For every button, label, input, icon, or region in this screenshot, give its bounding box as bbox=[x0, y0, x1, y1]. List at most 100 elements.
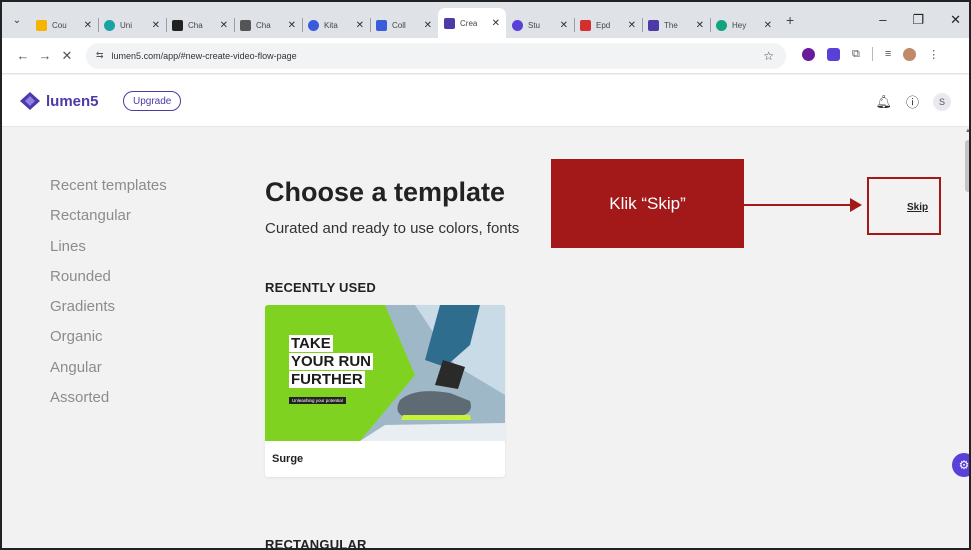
thumbnail-tagline: Unleashing your potential bbox=[289, 397, 346, 404]
callout-arrow bbox=[744, 204, 854, 206]
page-title: Choose a template bbox=[265, 177, 506, 207]
tab-close-icon[interactable]: ✕ bbox=[764, 20, 772, 31]
tab-favicon-icon bbox=[308, 19, 319, 31]
browser-window: ⌄ Cou ✕ Uni ✕ Cha ✕ Cha ✕ Kita ✕ Coll ✕ Crea ✕ Stu ✕ Epd… bbox=[0, 0, 971, 550]
tab-close-icon[interactable]: ✕ bbox=[492, 18, 500, 29]
template-thumbnail: TAKE YOUR RUN FURTHER Unleashing your po… bbox=[265, 305, 505, 441]
category-link[interactable]: Angular bbox=[50, 359, 167, 389]
tab-close-icon[interactable]: ✕ bbox=[424, 20, 432, 31]
forward-icon[interactable]: → bbox=[34, 48, 56, 63]
tab-close-icon[interactable]: ✕ bbox=[696, 20, 704, 31]
tab-label: Coll bbox=[392, 20, 406, 30]
site-info-icon[interactable]: ⇆ bbox=[96, 50, 104, 61]
extension-icon[interactable] bbox=[802, 47, 815, 61]
page-scrollbar[interactable]: ▲ bbox=[964, 128, 969, 548]
browser-tab[interactable]: Cou ✕ bbox=[30, 12, 98, 38]
reading-list-icon[interactable]: ≡ bbox=[885, 48, 891, 60]
scroll-thumb[interactable] bbox=[965, 140, 969, 192]
tab-favicon-icon bbox=[716, 19, 727, 31]
tab-favicon-icon bbox=[444, 17, 455, 29]
browser-tab[interactable]: Kita ✕ bbox=[302, 12, 370, 38]
tab-close-icon[interactable]: ✕ bbox=[220, 20, 228, 31]
extension-icon[interactable] bbox=[827, 47, 840, 61]
browser-tab[interactable]: Uni ✕ bbox=[98, 12, 166, 38]
callout-arrow-head bbox=[850, 198, 862, 212]
category-link[interactable]: Assorted bbox=[50, 389, 167, 419]
category-link[interactable]: Lines bbox=[50, 238, 167, 268]
tab-favicon-icon bbox=[512, 19, 523, 31]
tab-label: Hey bbox=[732, 20, 747, 30]
minimize-icon[interactable]: – bbox=[879, 12, 886, 28]
tab-label: Epd bbox=[596, 20, 611, 30]
tab-close-icon[interactable]: ✕ bbox=[628, 20, 636, 31]
stop-icon[interactable]: ✕ bbox=[56, 48, 78, 64]
tab-favicon-icon bbox=[104, 19, 115, 31]
template-name: Surge bbox=[272, 453, 304, 465]
browser-tab[interactable]: The ✕ bbox=[642, 12, 710, 38]
extensions-puzzle-icon[interactable]: ⧉ bbox=[852, 48, 860, 61]
category-link[interactable]: Gradients bbox=[50, 298, 167, 328]
recently-used-heading: RECENTLY USED bbox=[265, 280, 376, 295]
instruction-callout: Klik “Skip” bbox=[551, 159, 744, 248]
thumbnail-headline: TAKE YOUR RUN FURTHER Unleashing your po… bbox=[289, 335, 383, 407]
tab-favicon-icon bbox=[36, 19, 47, 31]
tab-label: Cha bbox=[188, 20, 203, 30]
category-link[interactable]: Rectangular bbox=[50, 207, 167, 237]
tab-label: Crea bbox=[460, 18, 478, 28]
url-text: lumen5.com/app/#new-create-video-flow-pa… bbox=[111, 50, 297, 61]
url-input[interactable]: ⇆ lumen5.com/app/#new-create-video-flow-… bbox=[86, 42, 786, 69]
browser-tab[interactable]: Coll ✕ bbox=[370, 12, 438, 38]
tab-favicon-icon bbox=[580, 19, 591, 31]
tab-label: Cou bbox=[52, 20, 67, 30]
tab-label: Kita bbox=[324, 20, 338, 30]
category-link[interactable]: Rounded bbox=[50, 268, 167, 298]
tab-close-icon[interactable]: ✕ bbox=[560, 20, 568, 31]
tab-favicon-icon bbox=[240, 19, 251, 31]
tab-close-icon[interactable]: ✕ bbox=[152, 20, 160, 31]
profile-avatar[interactable] bbox=[903, 47, 917, 61]
browser-tab[interactable]: Cha ✕ bbox=[166, 12, 234, 38]
skip-highlight-box bbox=[867, 177, 941, 235]
help-icon[interactable]: ⓘ bbox=[906, 92, 919, 111]
bookmark-star-icon[interactable]: ☆ bbox=[763, 49, 774, 63]
tab-list: Cou ✕ Uni ✕ Cha ✕ Cha ✕ Kita ✕ Coll ✕ Crea ✕ Stu ✕ Epd ✕ T… bbox=[30, 2, 778, 38]
browser-tab[interactable]: Epd ✕ bbox=[574, 12, 642, 38]
browser-tab[interactable]: Stu ✕ bbox=[506, 12, 574, 38]
page-subtitle: Curated and ready to use colors, fonts bbox=[265, 220, 520, 237]
tab-label: The bbox=[664, 20, 678, 30]
browser-tab[interactable]: Hey ✕ bbox=[710, 12, 778, 38]
lumen5-diamond-icon bbox=[20, 92, 40, 110]
tab-strip: ⌄ Cou ✕ Uni ✕ Cha ✕ Cha ✕ Kita ✕ Coll ✕ Crea ✕ Stu ✕ Epd… bbox=[2, 2, 969, 38]
close-window-icon[interactable]: ✕ bbox=[950, 12, 961, 28]
tab-favicon-icon bbox=[172, 19, 183, 31]
tab-close-icon[interactable]: ✕ bbox=[356, 20, 364, 31]
toolbar-divider bbox=[871, 47, 873, 61]
upgrade-button[interactable]: Upgrade bbox=[123, 91, 182, 111]
lumen5-logo[interactable]: lumen5 bbox=[20, 92, 99, 110]
restore-icon[interactable]: ❐ bbox=[912, 12, 924, 28]
scroll-up-icon[interactable]: ▲ bbox=[964, 128, 969, 134]
template-card-surge[interactable]: TAKE YOUR RUN FURTHER Unleashing your po… bbox=[265, 305, 505, 477]
browser-tab[interactable]: Crea ✕ bbox=[438, 8, 506, 38]
category-link[interactable]: Organic bbox=[50, 328, 167, 358]
notification-bell-icon[interactable]: 🔔︎ bbox=[875, 94, 892, 110]
new-tab-icon[interactable]: + bbox=[786, 12, 794, 28]
thumbnail-line: FURTHER bbox=[289, 371, 365, 388]
user-avatar[interactable]: S bbox=[933, 92, 951, 111]
tab-search-icon[interactable]: ⌄ bbox=[8, 11, 26, 29]
browser-tab[interactable]: Cha ✕ bbox=[234, 12, 302, 38]
tab-close-icon[interactable]: ✕ bbox=[288, 20, 296, 31]
support-chat-icon[interactable]: ⚙ bbox=[952, 453, 969, 477]
logo-text: lumen5 bbox=[46, 92, 99, 110]
tab-close-icon[interactable]: ✕ bbox=[84, 20, 92, 31]
category-link[interactable]: Recent templates bbox=[50, 177, 167, 207]
tab-label: Uni bbox=[120, 20, 133, 30]
address-bar: ← → ✕ ⇆ lumen5.com/app/#new-create-video… bbox=[2, 38, 969, 74]
window-controls: – ❐ ✕ bbox=[879, 12, 961, 28]
browser-menu-icon[interactable]: ⋮ bbox=[928, 48, 939, 61]
template-category-list: Recent templates Rectangular Lines Rounded G… bbox=[50, 177, 167, 419]
tab-label: Cha bbox=[256, 20, 271, 30]
tab-label: Stu bbox=[528, 20, 541, 30]
header-icons: 🔔︎ ⓘ S bbox=[875, 92, 951, 111]
back-icon[interactable]: ← bbox=[12, 48, 34, 63]
